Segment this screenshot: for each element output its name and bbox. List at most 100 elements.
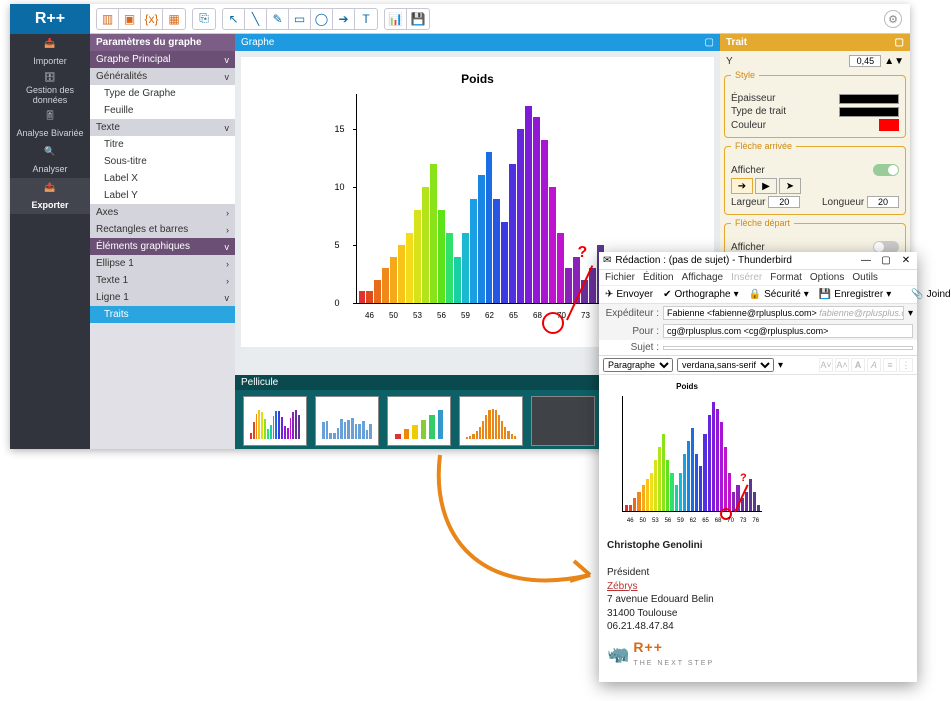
menu-options[interactable]: Options: [810, 272, 844, 283]
stepper-icon[interactable]: ▲▼: [881, 56, 904, 67]
bar: [654, 460, 657, 511]
nav-importer[interactable]: 📥 Importer: [10, 34, 90, 70]
send-button[interactable]: ✈Envoyer: [605, 289, 653, 300]
tool-box-icon[interactable]: ▣: [119, 9, 141, 29]
save-button[interactable]: 💾Enregistrer ▾: [819, 289, 891, 300]
panel-collapse-icon[interactable]: ▢: [895, 37, 904, 48]
tb-message-body[interactable]: Poids ? 4650535659626568707376 Christoph…: [599, 375, 917, 682]
fleche-arrivee-group: Flèche arrivée Afficher ➔ ▶ ➤ Largeur Lo…: [724, 146, 906, 215]
param-generalites[interactable]: Généralitésv: [90, 68, 235, 85]
menu-edition[interactable]: Édition: [643, 272, 674, 283]
chevron-right-icon: ›: [226, 225, 229, 235]
font-size-down-icon[interactable]: A˅: [819, 358, 833, 372]
chevron-down-icon[interactable]: ▾: [778, 360, 783, 371]
menu-outils[interactable]: Outils: [852, 272, 878, 283]
thumb-1[interactable]: [243, 396, 307, 446]
chevron-right-icon: ›: [226, 208, 229, 218]
param-axes[interactable]: Axes›: [90, 204, 235, 221]
close-button[interactable]: ✕: [899, 255, 913, 267]
subject-field[interactable]: [663, 346, 913, 350]
tool-text-icon[interactable]: T: [355, 9, 377, 29]
sig-company[interactable]: Zébrys: [607, 580, 909, 594]
italic-icon[interactable]: A: [867, 358, 881, 372]
annotation-question: ?: [578, 244, 588, 262]
attach-button[interactable]: 📎Joindre ▾: [911, 289, 951, 300]
bar: [650, 473, 653, 511]
tool-save-icon[interactable]: 💾: [407, 9, 429, 29]
minimize-button[interactable]: —: [859, 255, 873, 267]
tool-matrix-icon[interactable]: ▦: [163, 9, 185, 29]
param-ellipse1[interactable]: Ellipse 1›: [90, 255, 235, 272]
param-elements-graphiques[interactable]: Éléments graphiquesv: [90, 238, 235, 255]
arrowhead-style-1[interactable]: ➔: [731, 178, 753, 194]
type-trait-preview[interactable]: [839, 107, 899, 117]
param-sous-titre[interactable]: Sous-titre: [90, 153, 235, 170]
tool-rect-icon[interactable]: ▭: [289, 9, 311, 29]
tool-arrow-icon[interactable]: ➔: [333, 9, 355, 29]
param-ligne1[interactable]: Ligne 1v: [90, 289, 235, 306]
tool-line-icon[interactable]: ╲: [245, 9, 267, 29]
tool-brackets-icon[interactable]: {x}: [141, 9, 163, 29]
to-field[interactable]: cg@rplusplus.com <cg@rplusplus.com>: [663, 324, 913, 338]
settings-gear-icon[interactable]: ⚙: [884, 10, 902, 28]
paragraph-style-select[interactable]: Paragraphe: [603, 358, 673, 372]
arrowhead-style-3[interactable]: ➤: [779, 178, 801, 194]
largeur-input[interactable]: [768, 196, 800, 208]
param-label-y[interactable]: Label Y: [90, 187, 235, 204]
param-rectangles-barres[interactable]: Rectangles et barres›: [90, 221, 235, 238]
thumb-4[interactable]: [459, 396, 523, 446]
tool-chart-icon[interactable]: 📊: [385, 9, 407, 29]
menu-fichier[interactable]: Fichier: [605, 272, 635, 283]
tool-ellipse-icon[interactable]: ◯: [311, 9, 333, 29]
nav-exporter[interactable]: 📤 Exporter: [10, 178, 90, 214]
tool-copy-icon[interactable]: ⎘: [193, 9, 215, 29]
font-family-select[interactable]: verdana,sans-serif: [677, 358, 774, 372]
subject-label: Sujet :: [603, 342, 659, 353]
xtick-label: 68: [712, 518, 725, 524]
chevron-down-icon: v: [225, 242, 230, 252]
nav-analyse-bivariee[interactable]: 🎚 Analyse Bivariée: [10, 106, 90, 142]
bold-icon[interactable]: A: [851, 358, 865, 372]
chevron-down-icon[interactable]: ▾: [908, 308, 913, 319]
thumb-2[interactable]: [315, 396, 379, 446]
param-texte[interactable]: Textev: [90, 119, 235, 136]
list-icon[interactable]: ≡: [883, 358, 897, 372]
menu-format[interactable]: Format: [770, 272, 802, 283]
bar: [699, 466, 702, 511]
y-input[interactable]: [849, 55, 881, 67]
param-texte1[interactable]: Texte 1›: [90, 272, 235, 289]
maximize-button[interactable]: ▢: [879, 255, 893, 267]
panel-collapse-icon[interactable]: ▢: [705, 37, 714, 48]
tool-pen-icon[interactable]: ✎: [267, 9, 289, 29]
epaisseur-preview[interactable]: [839, 94, 899, 104]
thumb-empty[interactable]: [531, 396, 595, 446]
param-label-x[interactable]: Label X: [90, 170, 235, 187]
chevron-down-icon: ▾: [734, 289, 739, 300]
spellcheck-button[interactable]: ✔Orthographe ▾: [663, 289, 739, 300]
param-feuille[interactable]: Feuille: [90, 102, 235, 119]
menu-inserer[interactable]: Insérer: [731, 272, 762, 283]
nav-analyser[interactable]: 🔍 Analyser: [10, 142, 90, 178]
ytick-label: 5: [335, 240, 340, 250]
menu-affichage[interactable]: Affichage: [682, 272, 724, 283]
more-format-icon[interactable]: ⋮: [899, 358, 913, 372]
param-traits[interactable]: Traits: [90, 306, 235, 323]
param-titre[interactable]: Titre: [90, 136, 235, 153]
chart-title: Poids: [608, 382, 766, 391]
xtick-label: 73: [737, 518, 750, 524]
tool-histogram-icon[interactable]: ▥: [97, 9, 119, 29]
couleur-swatch[interactable]: [879, 119, 899, 131]
font-size-up-icon[interactable]: A˄: [835, 358, 849, 372]
tool-pointer-icon[interactable]: ↖: [223, 9, 245, 29]
tb-title: Rédaction : (pas de sujet) - Thunderbird: [615, 255, 792, 266]
longueur-input[interactable]: [867, 196, 899, 208]
afficher-arrivee-toggle[interactable]: [873, 164, 899, 176]
thumb-3[interactable]: [387, 396, 451, 446]
param-graphe-principal[interactable]: Graphe Principalv: [90, 51, 235, 68]
arrowhead-style-2[interactable]: ▶: [755, 178, 777, 194]
from-field[interactable]: Fabienne <fabienne@rplusplus.com> fabien…: [663, 306, 904, 320]
security-button[interactable]: 🔒Sécurité ▾: [749, 289, 809, 300]
param-type-graphe[interactable]: Type de Graphe: [90, 85, 235, 102]
data-icon: 🗄: [42, 72, 58, 83]
nav-gestion-donnees[interactable]: 🗄 Gestion des données: [10, 70, 90, 106]
